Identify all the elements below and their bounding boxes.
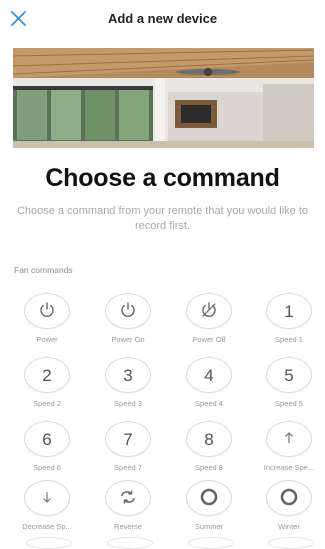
command-button[interactable] xyxy=(105,480,151,516)
command-button[interactable]: 3 xyxy=(105,357,151,393)
command-decrease-sp[interactable]: Decrease Sp... xyxy=(7,480,87,531)
number-glyph: 2 xyxy=(42,365,52,385)
number-glyph: 1 xyxy=(284,301,294,321)
power-off-icon xyxy=(200,301,218,322)
next-row-partial xyxy=(0,537,325,549)
command-button[interactable]: 2 xyxy=(24,357,70,393)
number-glyph: 3 xyxy=(123,365,133,385)
command-button[interactable] xyxy=(24,293,70,329)
command-label: Speed 8 xyxy=(195,463,223,472)
command-summer[interactable]: Summer xyxy=(169,480,249,531)
command-label: Speed 5 xyxy=(275,399,303,408)
command-label: Power On xyxy=(111,335,145,344)
command-button[interactable]: 4 xyxy=(186,357,232,393)
number-glyph: 8 xyxy=(204,429,214,449)
command-label: Speed 6 xyxy=(33,463,61,472)
ring-icon xyxy=(199,487,219,510)
command-button[interactable]: 8 xyxy=(186,421,232,457)
command-speed-7[interactable]: 7 Speed 7 xyxy=(88,421,168,472)
command-reverse[interactable]: Reverse xyxy=(88,480,168,531)
number-glyph: 6 xyxy=(42,429,52,449)
command-button[interactable] xyxy=(24,480,70,516)
command-label: Speed 7 xyxy=(114,463,142,472)
command-label: Speed 2 xyxy=(33,399,61,408)
command-button[interactable]: 6 xyxy=(24,421,70,457)
command-speed-1[interactable]: 1 Speed 1 xyxy=(249,293,325,344)
section-label: Fan commands xyxy=(14,265,73,275)
command-label: Reverse xyxy=(114,522,142,531)
command-speed-8[interactable]: 8 Speed 8 xyxy=(169,421,249,472)
page-subtitle: Choose a command from your remote that y… xyxy=(16,205,309,232)
command-label: Decrease Sp... xyxy=(22,522,72,531)
room-photo xyxy=(13,48,314,148)
command-button[interactable] xyxy=(105,293,151,329)
command-label: Speed 4 xyxy=(195,399,223,408)
number-glyph: 4 xyxy=(204,365,214,385)
arrow-up-icon xyxy=(282,431,296,448)
reverse-icon xyxy=(119,489,137,508)
command-speed-3[interactable]: 3 Speed 3 xyxy=(88,357,168,408)
power-icon xyxy=(38,301,56,322)
command-power-on[interactable]: Power On xyxy=(88,293,168,344)
command-button[interactable]: 5 xyxy=(266,357,312,393)
command-button[interactable] xyxy=(186,293,232,329)
power-icon xyxy=(119,301,137,322)
command-power-off[interactable]: Power Off xyxy=(169,293,249,344)
command-label: Power xyxy=(36,335,58,344)
arrow-down-icon xyxy=(40,490,54,507)
header: Add a new device xyxy=(0,0,325,40)
command-label: Increase Spe... xyxy=(263,463,315,472)
page-title: Choose a command xyxy=(45,164,280,192)
ring-icon xyxy=(279,487,299,510)
command-winter[interactable]: Winter xyxy=(249,480,325,531)
command-increase-spe[interactable]: Increase Spe... xyxy=(249,421,325,472)
command-button[interactable] xyxy=(266,421,312,457)
command-speed-6[interactable]: 6 Speed 6 xyxy=(7,421,87,472)
command-power[interactable]: Power xyxy=(7,293,87,344)
command-label: Power Off xyxy=(192,335,226,344)
number-glyph: 5 xyxy=(284,365,294,385)
command-label: Speed 1 xyxy=(275,335,303,344)
command-speed-2[interactable]: 2 Speed 2 xyxy=(7,357,87,408)
command-label: Speed 3 xyxy=(114,399,142,408)
command-button[interactable]: 1 xyxy=(266,293,312,329)
command-label: Summer xyxy=(194,522,224,531)
header-title: Add a new device xyxy=(107,11,218,26)
command-speed-4[interactable]: 4 Speed 4 xyxy=(169,357,249,408)
command-button[interactable] xyxy=(266,480,312,516)
command-speed-5[interactable]: 5 Speed 5 xyxy=(249,357,325,408)
number-glyph: 7 xyxy=(123,429,133,449)
command-button[interactable] xyxy=(186,480,232,516)
command-button[interactable]: 7 xyxy=(105,421,151,457)
command-label: Winter xyxy=(278,522,300,531)
